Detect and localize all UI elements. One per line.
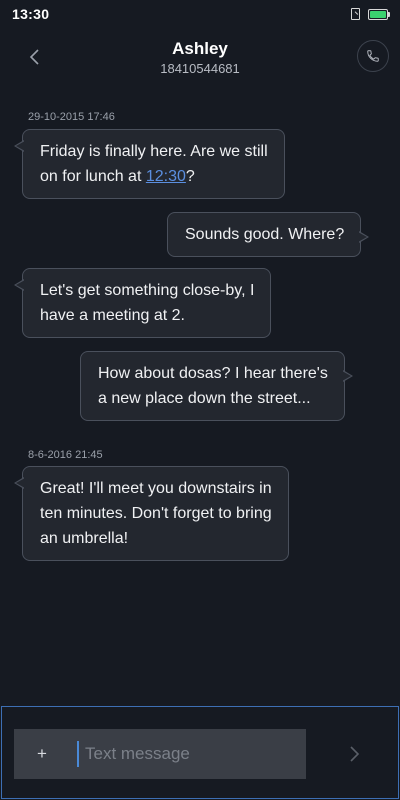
message-line: have a meeting at 2. [40,307,185,324]
message-line: Friday is finally here. Are we still [40,143,268,160]
status-bar: 13:30 [0,0,400,28]
message-text: ? [185,168,195,185]
message-bubble-incoming[interactable]: Let's get something close-by, I have a m… [13,268,272,338]
back-button[interactable] [20,42,50,72]
message-bubble-outgoing[interactable]: How about dosas? I hear there's a new pl… [80,351,353,421]
contact-number: 18410544681 [160,61,240,76]
message-line: Let's get something close-by, I [40,282,255,299]
message-bubble-incoming[interactable]: Friday is finally here. Are we still on … [14,129,285,199]
message-timestamp: 29-10-2015 17:46 [28,111,115,123]
call-button[interactable] [357,40,389,72]
message-line: a new place down the street... [98,390,311,407]
message-line: How about dosas? I hear there's [98,365,328,382]
composer-field: + [14,729,306,779]
message-line: Sounds good. Where? [185,226,345,243]
phone-icon [367,50,379,62]
message-input[interactable] [77,741,306,767]
send-button[interactable] [340,737,370,771]
message-line: on for lunch at 12:30? [40,164,268,189]
plus-icon: + [37,744,47,763]
status-time: 13:30 [12,6,50,22]
message-text: on for lunch at [40,168,146,185]
attach-button[interactable]: + [14,729,70,779]
sim-card-icon [351,8,360,20]
status-icons [351,8,390,20]
messaging-screen: 13:30 Ashley 18410544681 29-10-2015 17:4… [0,0,400,800]
chevron-left-icon [29,49,39,65]
time-link[interactable]: 12:30 [146,168,186,185]
message-line: Great! I'll meet you downstairs in [40,480,272,497]
contact-name: Ashley [172,39,228,58]
message-bubble-outgoing[interactable]: Sounds good. Where? [167,212,370,257]
battery-fill [370,10,386,18]
message-composer: + [1,706,399,799]
conversation-header: Ashley 18410544681 [0,30,400,86]
message-line: an umbrella! [40,530,129,547]
message-line: ten minutes. Don't forget to bring [40,505,272,522]
chevron-right-icon [350,746,360,762]
message-timestamp: 8-6-2016 21:45 [28,449,103,461]
message-bubble-incoming[interactable]: Great! I'll meet you downstairs in ten m… [14,466,289,561]
contact-info[interactable]: Ashley 18410544681 [100,38,300,77]
message-list[interactable]: 29-10-2015 17:46 Friday is finally here.… [0,100,400,700]
battery-icon [368,8,390,20]
